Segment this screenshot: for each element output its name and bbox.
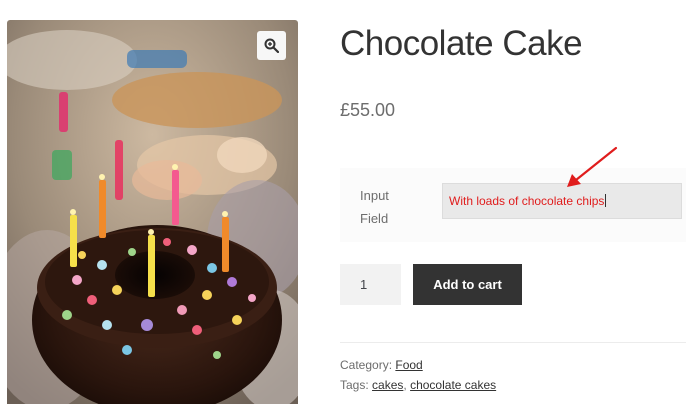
- tag-link-cakes[interactable]: cakes: [372, 378, 403, 392]
- product-image[interactable]: [7, 20, 298, 404]
- zoom-button[interactable]: [257, 31, 286, 60]
- cake-photo: [7, 20, 298, 404]
- category-link-food[interactable]: Food: [395, 358, 422, 372]
- addon-label-line2: Field: [360, 211, 389, 226]
- addon-text-input[interactable]: With loads of chocolate chips: [442, 183, 682, 219]
- addon-input-value: With loads of chocolate chips: [449, 194, 605, 208]
- tag-link-chocolate-cakes[interactable]: chocolate cakes: [410, 378, 496, 392]
- category-prefix: Category:: [340, 358, 393, 372]
- add-to-cart-button[interactable]: Add to cart: [413, 264, 522, 305]
- product-price: £55.00: [340, 100, 396, 120]
- tag-separator: ,: [403, 378, 407, 392]
- tags-prefix: Tags:: [340, 378, 369, 392]
- product-category: Category: Food: [340, 358, 423, 372]
- addon-label-line1: Input: [360, 188, 389, 203]
- divider: [340, 342, 686, 343]
- addon-field-label: Input Field: [360, 184, 420, 230]
- product-title: Chocolate Cake: [340, 24, 583, 63]
- magnifier-plus-icon: [264, 38, 279, 53]
- text-caret: [605, 194, 607, 207]
- quantity-input[interactable]: 1: [340, 264, 401, 305]
- product-tags: Tags: cakes, chocolate cakes: [340, 378, 496, 392]
